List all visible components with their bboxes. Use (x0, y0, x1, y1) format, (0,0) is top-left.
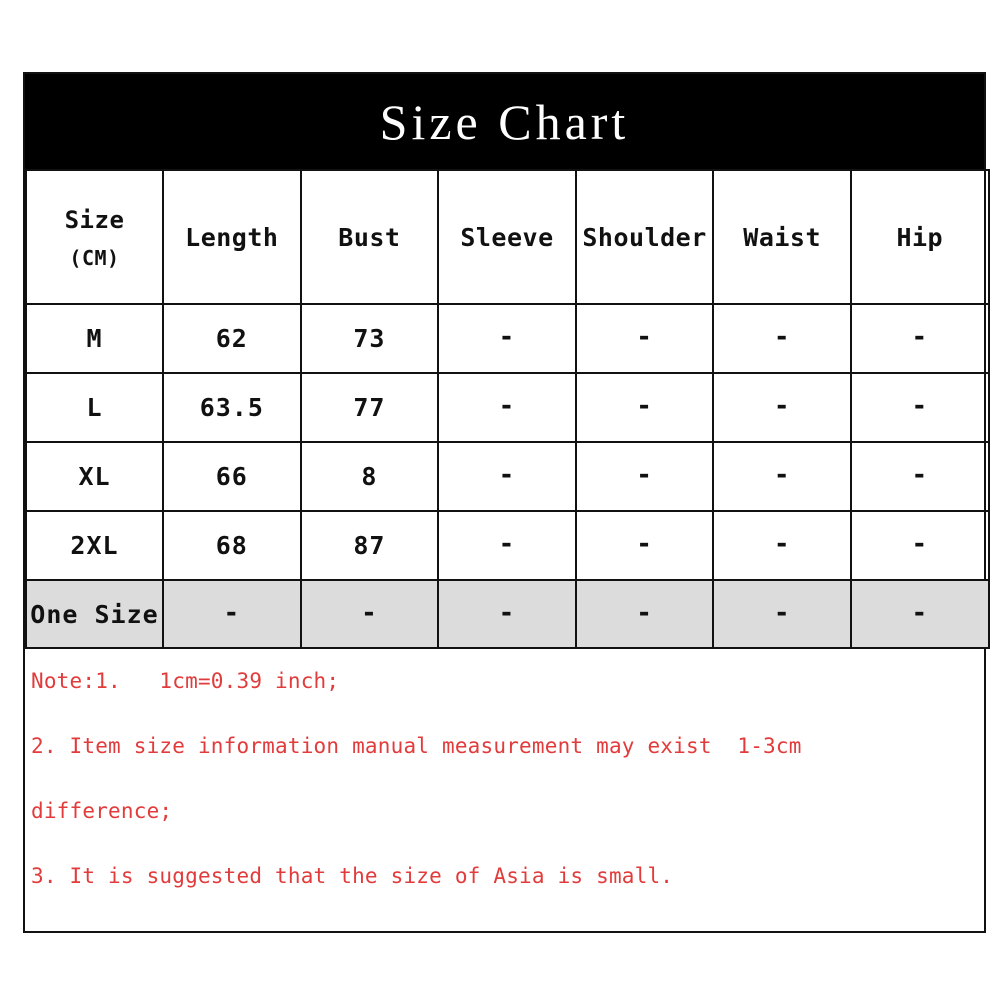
dash-glyph: - (911, 322, 929, 352)
cell-size: M (25, 303, 164, 374)
dash-glyph: - (498, 460, 516, 490)
dash-glyph: - (773, 322, 791, 352)
dash-glyph: - (361, 597, 378, 628)
cell-sleeve: - (437, 303, 577, 374)
dash-glyph: - (911, 391, 929, 421)
cell-size: L (25, 372, 164, 443)
size-chart-image: Size Chart Size (CM) Length Bust Sleeve … (0, 0, 1001, 1001)
dash-glyph: - (773, 597, 791, 628)
dash-glyph: - (636, 597, 653, 628)
table-row: XL 66 8 - - - - (25, 441, 990, 512)
cell-length: 63.5 (162, 372, 302, 443)
dash-glyph: - (498, 322, 516, 352)
cell-hip: - (849, 579, 990, 649)
table-header: Size (CM) Length Bust Sleeve Shoulder Wa… (25, 169, 990, 305)
cell-shoulder: - (574, 441, 715, 512)
cell-length: 62 (162, 303, 302, 374)
table-body: M 62 73 - - - - L 63.5 77 - - - - XL 66 … (25, 303, 990, 649)
cell-hip: - (849, 372, 990, 443)
column-header-size-label: Size (64, 205, 125, 234)
cell-sleeve: - (437, 579, 577, 649)
cell-sleeve: - (437, 510, 577, 581)
title-banner: Size Chart (25, 74, 984, 169)
page-title: Size Chart (379, 93, 630, 150)
column-header-size: Size (CM) (25, 169, 164, 305)
cell-bust: 87 (299, 510, 440, 581)
dash-glyph: - (498, 597, 516, 628)
dash-glyph: - (636, 322, 653, 352)
header-row: Size (CM) Length Bust Sleeve Shoulder Wa… (25, 169, 990, 305)
cell-hip: - (849, 441, 990, 512)
column-header-hip: Hip (849, 169, 990, 305)
cell-size: 2XL (25, 510, 164, 581)
cell-size: One Size (25, 579, 164, 649)
dash-glyph: - (773, 391, 791, 421)
column-header-sleeve: Sleeve (437, 169, 577, 305)
cell-waist: - (712, 372, 852, 443)
cell-bust: - (299, 579, 440, 649)
dash-glyph: - (636, 460, 653, 490)
note-line-3: difference; (31, 799, 173, 823)
column-header-length: Length (162, 169, 302, 305)
column-header-shoulder: Shoulder (574, 169, 715, 305)
cell-shoulder: - (574, 579, 715, 649)
dash-glyph: - (911, 460, 929, 490)
table-row: L 63.5 77 - - - - (25, 372, 990, 443)
dash-glyph: - (498, 391, 516, 421)
cell-size: XL (25, 441, 164, 512)
dash-glyph: - (773, 460, 791, 490)
cell-hip: - (849, 510, 990, 581)
size-chart-frame: Size Chart Size (CM) Length Bust Sleeve … (23, 72, 990, 933)
cell-hip: - (849, 303, 990, 374)
table-row-one-size: One Size - - - - - - (25, 579, 990, 649)
cell-shoulder: - (574, 372, 715, 443)
note-line-4: 3. It is suggested that the size of Asia… (31, 864, 674, 888)
column-header-size-unit: (CM) (69, 245, 120, 270)
table-row: 2XL 68 87 - - - - (25, 510, 990, 581)
cell-length: 68 (162, 510, 302, 581)
dash-glyph: - (911, 597, 929, 628)
cell-waist: - (712, 441, 852, 512)
column-header-bust: Bust (299, 169, 440, 305)
dash-glyph: - (498, 529, 516, 559)
cell-bust: 73 (299, 303, 440, 374)
dash-glyph: - (223, 597, 241, 628)
table-row: M 62 73 - - - - (25, 303, 990, 374)
cell-length: - (162, 579, 302, 649)
dash-glyph: - (636, 529, 653, 559)
note-line-1: Note:1. 1cm=0.39 inch; (31, 669, 340, 693)
cell-bust: 77 (299, 372, 440, 443)
notes-block: Note:1. 1cm=0.39 inch; 2. Item size info… (25, 649, 984, 949)
note-line-2: 2. Item size information manual measurem… (31, 734, 802, 758)
size-table: Size (CM) Length Bust Sleeve Shoulder Wa… (25, 169, 990, 649)
cell-waist: - (712, 579, 852, 649)
cell-bust: 8 (299, 441, 440, 512)
dash-glyph: - (773, 529, 791, 559)
dash-glyph: - (911, 529, 929, 559)
cell-shoulder: - (574, 303, 715, 374)
cell-waist: - (712, 510, 852, 581)
dash-glyph: - (636, 391, 653, 421)
cell-shoulder: - (574, 510, 715, 581)
cell-sleeve: - (437, 372, 577, 443)
cell-sleeve: - (437, 441, 577, 512)
column-header-waist: Waist (712, 169, 852, 305)
cell-waist: - (712, 303, 852, 374)
cell-length: 66 (162, 441, 302, 512)
